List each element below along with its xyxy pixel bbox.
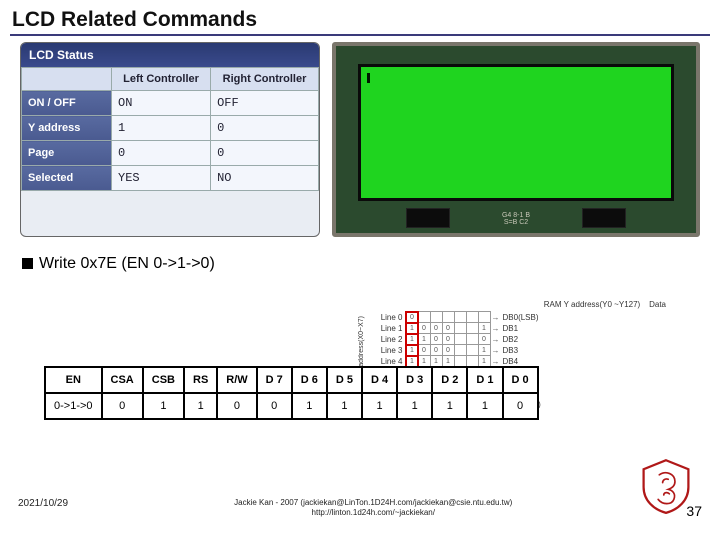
- command-bit-table: EN CSA CSB RS R/W D 7 D 6 D 5 D 4 D 3 D …: [44, 366, 539, 420]
- cmd-cell: 1: [397, 393, 432, 419]
- status-row-label: ON / OFF: [22, 91, 112, 116]
- page-title: LCD Related Commands: [0, 0, 720, 34]
- status-row: Selected YES NO: [22, 166, 319, 191]
- page-number: 37: [678, 498, 702, 519]
- lcd-chip-icon: [406, 208, 450, 228]
- footer-date: 2021/10/29: [18, 498, 68, 509]
- lcd-screen: [358, 64, 674, 201]
- footer: 2021/10/29 Jackie Kan - 2007 (jackiekan@…: [0, 494, 720, 540]
- cmd-header: D 1: [467, 367, 502, 393]
- cmd-header: D 5: [327, 367, 362, 393]
- lcd-module: G4 8-1 BS=B C2: [332, 42, 700, 237]
- lcd-cursor-icon: [367, 73, 370, 83]
- lcd-status-heading: LCD Status: [21, 43, 319, 67]
- ram-x-axis-label: X address(X0~X7): [358, 316, 365, 373]
- cmd-header: D 3: [397, 367, 432, 393]
- status-col-left: Left Controller: [112, 68, 211, 91]
- footer-credit: Jackie Kan - 2007 (jackiekan@LinTon.1D24…: [68, 498, 678, 517]
- cmd-header: D 2: [432, 367, 467, 393]
- lcd-pcb-label: G4 8-1 BS=B C2: [502, 212, 530, 227]
- cmd-header: D 0: [503, 367, 538, 393]
- status-cell: 0: [211, 141, 319, 166]
- lcd-chip-icon: [582, 208, 626, 228]
- status-cell: 0: [112, 141, 211, 166]
- write-text: Write 0x7E (EN 0->1->0): [39, 255, 215, 272]
- cmd-cell: 1: [292, 393, 327, 419]
- cmd-header: D 7: [257, 367, 292, 393]
- lcd-status-panel: LCD Status Left Controller Right Control…: [20, 42, 320, 237]
- status-cell: 0: [211, 116, 319, 141]
- write-line: Write 0x7E (EN 0->1->0): [0, 237, 720, 273]
- cmd-cell: 1: [327, 393, 362, 419]
- status-row-label: Page: [22, 141, 112, 166]
- cmd-header: D 6: [292, 367, 327, 393]
- cmd-cell: 1: [362, 393, 397, 419]
- cmd-cell: 0: [257, 393, 292, 419]
- status-cell: YES: [112, 166, 211, 191]
- cmd-header: CSA: [102, 367, 143, 393]
- status-cell: ON: [112, 91, 211, 116]
- cmd-cell: 1: [184, 393, 217, 419]
- cmd-header: R/W: [217, 367, 256, 393]
- status-cell: OFF: [211, 91, 319, 116]
- cmd-cell: 0: [102, 393, 143, 419]
- status-row: ON / OFF ON OFF: [22, 91, 319, 116]
- cmd-cell: 1: [432, 393, 467, 419]
- status-corner: [22, 68, 112, 91]
- cmd-header: D 4: [362, 367, 397, 393]
- ram-title: RAM Y address(Y0 ~Y127) Data: [372, 300, 702, 309]
- status-cell: NO: [211, 166, 319, 191]
- cmd-cell: 1: [467, 393, 502, 419]
- status-row-label: Selected: [22, 166, 112, 191]
- cmd-cell: 0: [217, 393, 256, 419]
- cmd-cell: 0->1->0: [45, 393, 102, 419]
- bullet-icon: [22, 258, 33, 269]
- mid-row: LCD Status Left Controller Right Control…: [0, 42, 720, 237]
- cmd-header: EN: [45, 367, 102, 393]
- status-row: Y address 1 0: [22, 116, 319, 141]
- cmd-cell: 1: [143, 393, 184, 419]
- cmd-cell: 0: [503, 393, 538, 419]
- lcd-status-table: Left Controller Right Controller ON / OF…: [21, 67, 319, 191]
- status-row: Page 0 0: [22, 141, 319, 166]
- cmd-header: RS: [184, 367, 217, 393]
- cmd-header: CSB: [143, 367, 184, 393]
- status-col-right: Right Controller: [211, 68, 319, 91]
- title-rule: [10, 34, 710, 36]
- status-cell: 1: [112, 116, 211, 141]
- status-row-label: Y address: [22, 116, 112, 141]
